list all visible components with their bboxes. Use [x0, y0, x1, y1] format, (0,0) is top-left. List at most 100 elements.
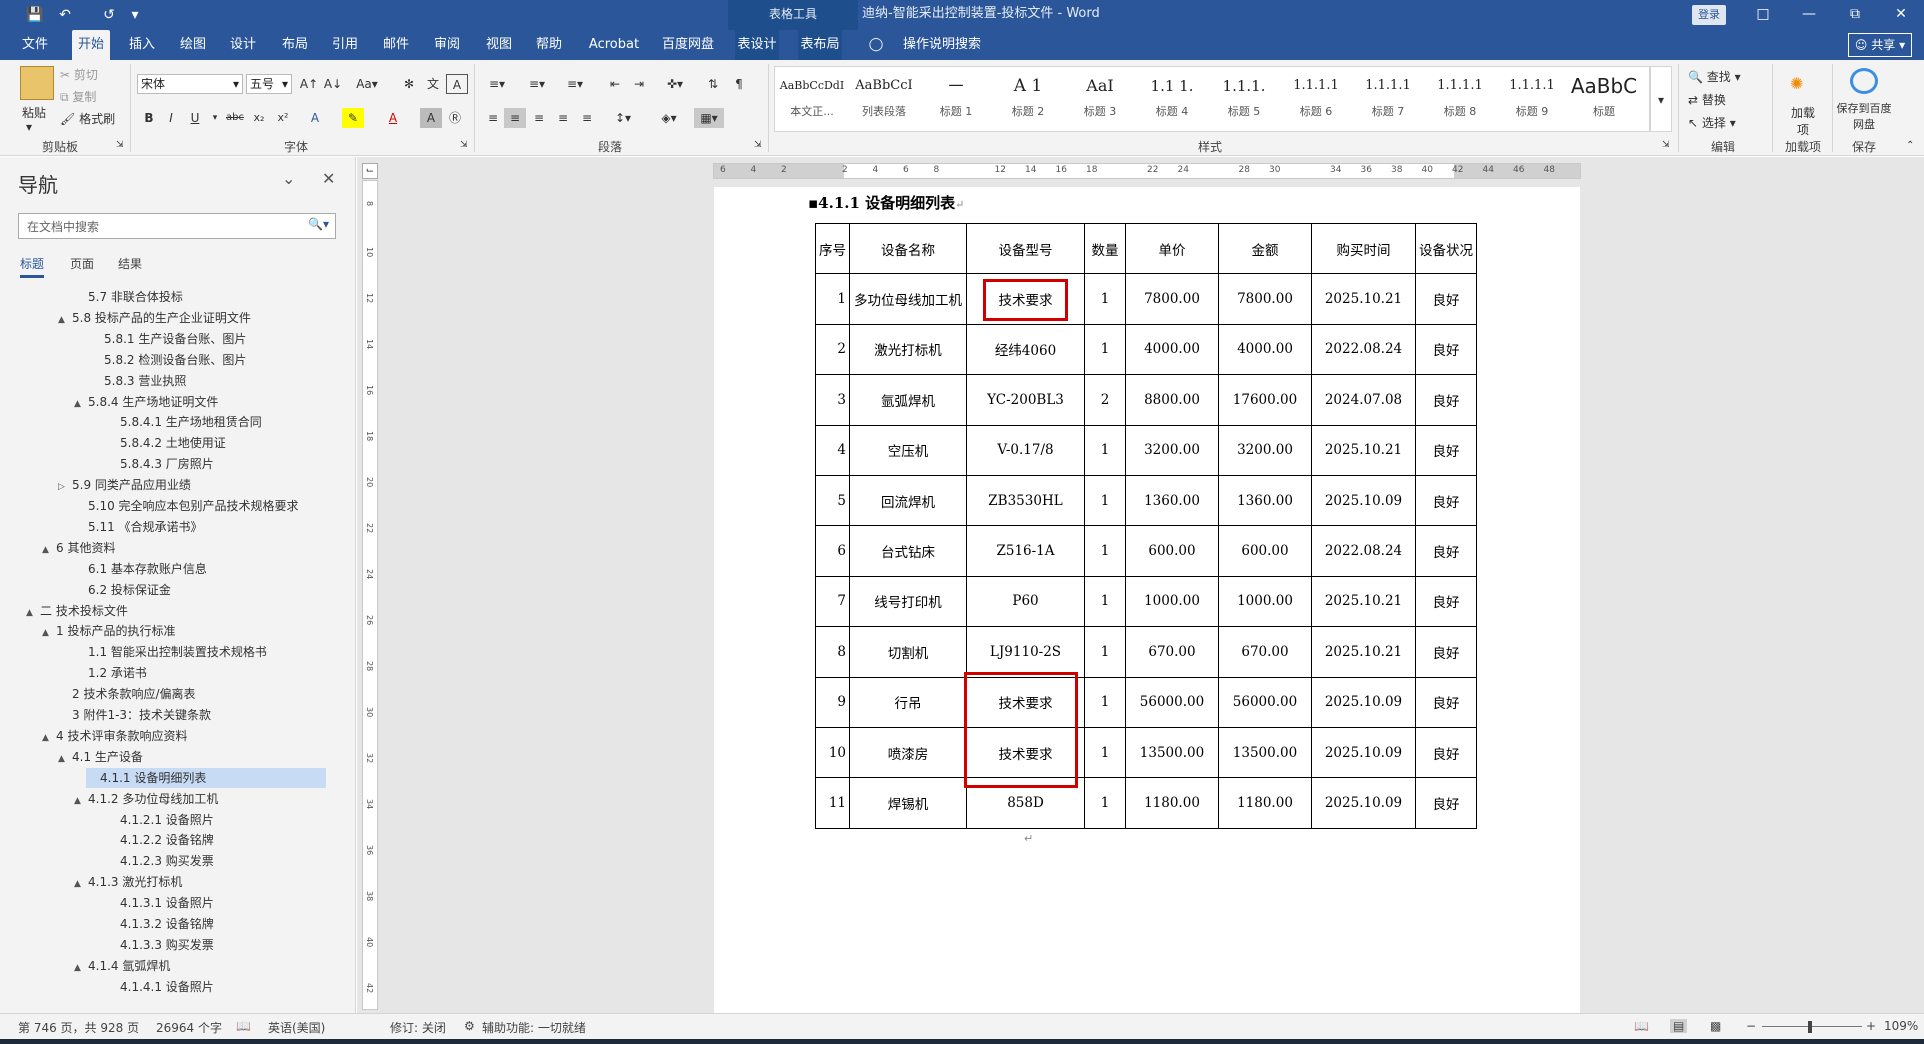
nav-search-input[interactable]: 在文档中搜索 🔍▾ — [18, 213, 336, 239]
tab-references[interactable]: 引用 — [330, 30, 360, 60]
table-cell[interactable]: ZB3530HL — [966, 474, 1085, 527]
table-cell[interactable]: 良好 — [1415, 273, 1477, 325]
table-cell[interactable]: 技术要求 — [966, 273, 1085, 325]
underline-icon[interactable]: U — [184, 108, 206, 128]
subscript-icon[interactable]: x₂ — [248, 108, 270, 128]
table-cell[interactable]: 6 — [815, 525, 850, 577]
share-button[interactable]: ☺ 共享 ▾ — [1848, 33, 1912, 57]
nav-heading-item[interactable]: 3 附件1-3：技术关键条款 — [58, 705, 211, 725]
character-shading-icon[interactable]: A — [420, 108, 442, 128]
table-cell[interactable]: 4000.00 — [1125, 323, 1219, 376]
distributed-icon[interactable]: ≡ — [576, 108, 598, 128]
nav-heading-item[interactable]: 5.8.3 营业执照 — [90, 371, 186, 391]
table-cell[interactable]: 1000.00 — [1218, 575, 1312, 628]
addins-button[interactable]: 加载项 — [1786, 104, 1820, 138]
zoom-in-icon[interactable]: + — [1866, 1019, 1876, 1033]
table-cell[interactable]: 2025.10.09 — [1311, 726, 1416, 779]
tab-acrobat[interactable]: Acrobat — [586, 30, 642, 60]
table-cell[interactable]: 2 — [815, 323, 850, 376]
style-heading-2[interactable]: A 1 标题 2 — [993, 69, 1063, 129]
table-cell[interactable]: 1 — [1084, 424, 1126, 476]
table-cell[interactable]: 空压机 — [849, 424, 967, 476]
table-cell[interactable]: 技术要求 — [966, 676, 1085, 728]
table-cell[interactable]: 焊锡机 — [849, 777, 967, 829]
table-cell[interactable]: 2022.08.24 — [1311, 323, 1416, 376]
table-cell[interactable]: 喷漆房 — [849, 726, 967, 779]
accessibility-status[interactable]: 辅助功能: 一切就绪 — [482, 1019, 586, 1036]
nav-heading-item[interactable]: 5.8.2 检测设备台账、图片 — [90, 350, 246, 370]
table-cell[interactable]: 2025.10.21 — [1311, 575, 1416, 628]
nav-heading-item[interactable]: 4.1.3.3 购买发票 — [106, 935, 214, 955]
table-cell[interactable]: 600.00 — [1218, 525, 1312, 577]
zoom-slider-thumb[interactable] — [1808, 1021, 1812, 1033]
vertical-ruler[interactable]: 8 10 12 14 16 18 20 22 24 26 28 30 32 34 36 38 40 42 — [362, 180, 378, 1010]
table-cell[interactable]: 2025.10.21 — [1311, 273, 1416, 325]
nav-heading-item[interactable]: 4.1.1 设备明细列表 — [86, 767, 326, 788]
decrease-indent-icon[interactable]: ⇤ — [604, 74, 626, 94]
undo-icon[interactable]: ↶ — [54, 4, 76, 26]
save-icon[interactable]: 💾 — [24, 4, 46, 26]
table-cell[interactable]: 10 — [815, 726, 850, 779]
tab-layout[interactable]: 布局 — [280, 30, 310, 60]
table-cell[interactable]: 11 — [815, 777, 850, 829]
nav-heading-item[interactable]: 5.11 《合规承诺书》 — [74, 517, 203, 537]
table-cell[interactable]: 良好 — [1415, 525, 1477, 577]
find-button[interactable]: 🔍 查找 ▾ — [1688, 68, 1741, 85]
table-cell[interactable]: 台式钻床 — [849, 525, 967, 577]
close-icon[interactable]: ✕ — [322, 169, 335, 188]
table-cell[interactable]: 良好 — [1415, 726, 1477, 779]
clear-formatting-icon[interactable]: ✻ — [398, 74, 420, 94]
tab-home[interactable]: 开始 — [72, 30, 110, 60]
read-mode-icon[interactable]: 📖 — [1634, 1019, 1649, 1033]
table-cell[interactable]: 1 — [1084, 575, 1126, 628]
strikethrough-icon[interactable]: abc — [224, 108, 246, 128]
table-cell[interactable]: 9 — [815, 676, 850, 728]
word-count[interactable]: 26964 个字 — [156, 1019, 222, 1036]
multilevel-list-icon[interactable]: ≡▾ — [560, 74, 590, 94]
nav-heading-item[interactable]: ▲ 4.1 生产设备 — [58, 747, 143, 767]
expand-triangle-icon[interactable]: ▲ — [74, 958, 88, 978]
table-cell[interactable]: 1 — [1084, 273, 1126, 325]
style-heading-3[interactable]: AaI 标题 3 — [1065, 69, 1135, 129]
tell-me-search[interactable]: 操作说明搜索 — [892, 30, 992, 60]
table-cell[interactable]: 良好 — [1415, 474, 1477, 527]
ribbon-display-icon[interactable]: □ — [1740, 0, 1786, 28]
header-cell[interactable]: 单价 — [1125, 222, 1219, 275]
header-cell[interactable]: 金额 — [1218, 222, 1312, 275]
table-cell[interactable]: 良好 — [1415, 626, 1477, 678]
borders-icon[interactable]: ▦▾ — [694, 108, 724, 128]
table-cell[interactable]: 8 — [815, 626, 850, 678]
tab-insert[interactable]: 插入 — [126, 30, 158, 60]
document-heading[interactable]: ▪4.1.1 设备明细列表↵ — [808, 192, 964, 213]
tab-draw[interactable]: 绘图 — [178, 30, 208, 60]
nav-heading-item[interactable]: 5.8.4.1 生产场地租赁合同 — [106, 412, 262, 432]
table-cell[interactable]: 2025.10.09 — [1311, 474, 1416, 527]
nav-heading-item[interactable]: ▲ 6 其他资料 — [42, 538, 115, 558]
sort-icon[interactable]: ⇅ — [702, 74, 724, 94]
format-painter-button[interactable]: 🖌 格式刷 — [60, 110, 115, 127]
table-cell[interactable]: 2025.10.09 — [1311, 676, 1416, 728]
header-cell[interactable]: 数量 — [1084, 222, 1126, 275]
nav-tab-headings[interactable]: 标题 — [20, 255, 45, 278]
close-window-icon[interactable]: ✕ — [1878, 0, 1924, 28]
table-cell[interactable]: 线号打印机 — [849, 575, 967, 628]
equipment-table[interactable]: 序号 设备名称 设备型号 数量 单价 金额 购买时间 设备状况 1 多功位母线加工… — [815, 222, 1477, 829]
header-cell[interactable]: 序号 — [815, 222, 850, 275]
paste-dropdown-icon[interactable]: ▾ — [26, 120, 32, 134]
font-size-combo[interactable]: 五号 ▾ — [246, 74, 292, 94]
table-cell[interactable]: 行吊 — [849, 676, 967, 728]
tab-view[interactable]: 视图 — [484, 30, 514, 60]
track-changes-status[interactable]: 修订: 关闭 — [390, 1019, 446, 1036]
style-heading-8[interactable]: 1.1.1.1 标题 8 — [1425, 69, 1495, 129]
table-cell[interactable]: 3200.00 — [1125, 424, 1219, 476]
table-cell[interactable]: 良好 — [1415, 424, 1477, 476]
minimize-icon[interactable]: — — [1786, 0, 1832, 28]
expand-triangle-icon[interactable]: ▲ — [74, 874, 88, 894]
table-cell[interactable]: 2024.07.08 — [1311, 374, 1416, 426]
expand-triangle-icon[interactable]: ▲ — [42, 623, 56, 643]
search-icon[interactable]: 🔍▾ — [308, 217, 329, 231]
expand-triangle-icon[interactable]: ▲ — [42, 728, 56, 748]
table-cell[interactable]: 3 — [815, 374, 850, 426]
table-cell[interactable]: 1360.00 — [1125, 474, 1219, 527]
expand-triangle-icon[interactable]: ▲ — [26, 603, 40, 623]
